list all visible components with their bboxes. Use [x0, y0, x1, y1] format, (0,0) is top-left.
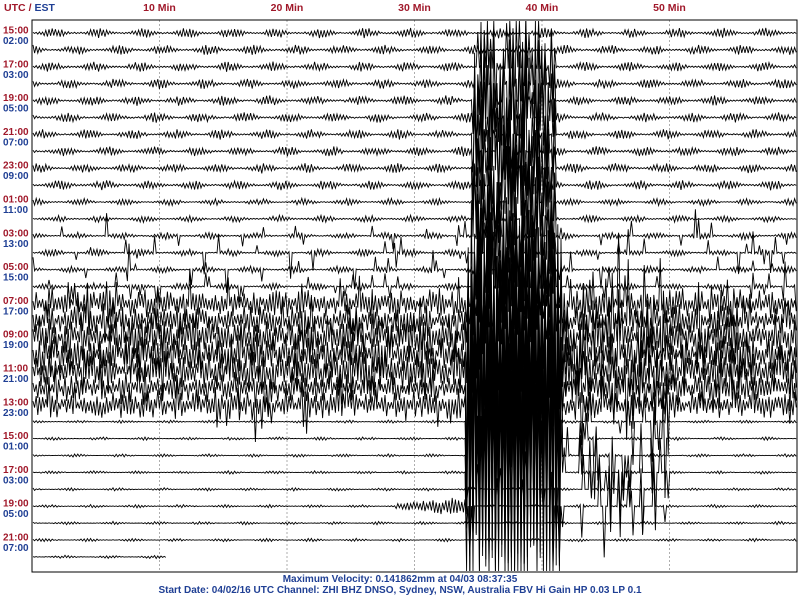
utc-hour-label: 19:00	[3, 93, 29, 104]
utc-hour-label: 21:00	[3, 127, 29, 138]
utc-hour-label: 05:00	[3, 262, 29, 273]
start-date-text: Start Date: 04/02/16 UTC Channel: ZHI BH…	[158, 585, 642, 596]
header-separator: /	[29, 2, 32, 14]
est-hour-label: 23:00	[3, 408, 29, 419]
trace-line	[32, 79, 797, 239]
est-hour-label: 11:00	[3, 205, 28, 216]
est-hour-label: 03:00	[3, 70, 29, 81]
utc-hour-label: 09:00	[3, 330, 29, 341]
utc-label: UTC	[4, 2, 26, 14]
x-tick-label: 20 Min	[271, 2, 304, 14]
utc-hour-label: 03:00	[3, 228, 29, 239]
utc-hour-label: 17:00	[3, 465, 29, 476]
utc-hour-label: 15:00	[3, 431, 29, 442]
utc-hour-label: 13:00	[3, 397, 29, 408]
utc-hour-label: 07:00	[3, 296, 29, 307]
trace-line	[32, 89, 797, 237]
x-tick-label: 30 Min	[398, 2, 431, 14]
est-hour-label: 03:00	[3, 475, 29, 486]
utc-hour-label: 23:00	[3, 161, 29, 172]
est-hour-label: 05:00	[3, 509, 29, 520]
x-tick-label: 40 Min	[526, 2, 559, 14]
est-hour-label: 15:00	[3, 273, 29, 284]
utc-hour-label: 17:00	[3, 59, 29, 70]
max-velocity-text: Maximum Velocity: 0.141862mm at 04/03 08…	[282, 574, 518, 585]
est-hour-label: 21:00	[3, 374, 29, 385]
utc-hour-label: 15:00	[3, 26, 29, 37]
helicorder-chart: 10 Min 20 Min 30 Min 40 Min 50 Min 15:0002:0…	[3, 2, 798, 573]
utc-hour-label: 11:00	[3, 364, 28, 375]
utc-hour-label: 01:00	[3, 195, 29, 206]
est-hour-label: 01:00	[3, 442, 29, 453]
header-label: UTC / EST	[4, 2, 56, 14]
trace-line	[32, 458, 797, 572]
est-hour-label: 07:00	[3, 137, 29, 148]
est-hour-label: 07:00	[3, 543, 29, 554]
utc-hour-label: 19:00	[3, 499, 29, 510]
est-label: EST	[35, 2, 56, 14]
trace-line	[32, 554, 167, 560]
x-tick-labels: 10 Min 20 Min 30 Min 40 Min 50 Min	[143, 2, 686, 14]
est-hour-label: 02:00	[3, 36, 29, 47]
est-hour-label: 17:00	[3, 306, 29, 317]
est-hour-label: 09:00	[3, 171, 29, 182]
est-hour-label: 19:00	[3, 340, 29, 351]
est-hour-label: 05:00	[3, 104, 29, 115]
utc-hour-label: 21:00	[3, 533, 29, 544]
x-tick-label: 10 Min	[143, 2, 176, 14]
hour-labels: 15:0002:0017:0003:0019:0005:0021:0007:00…	[3, 26, 29, 555]
x-tick-label: 50 Min	[653, 2, 686, 14]
est-hour-label: 13:00	[3, 239, 29, 250]
trace-line	[32, 52, 797, 226]
